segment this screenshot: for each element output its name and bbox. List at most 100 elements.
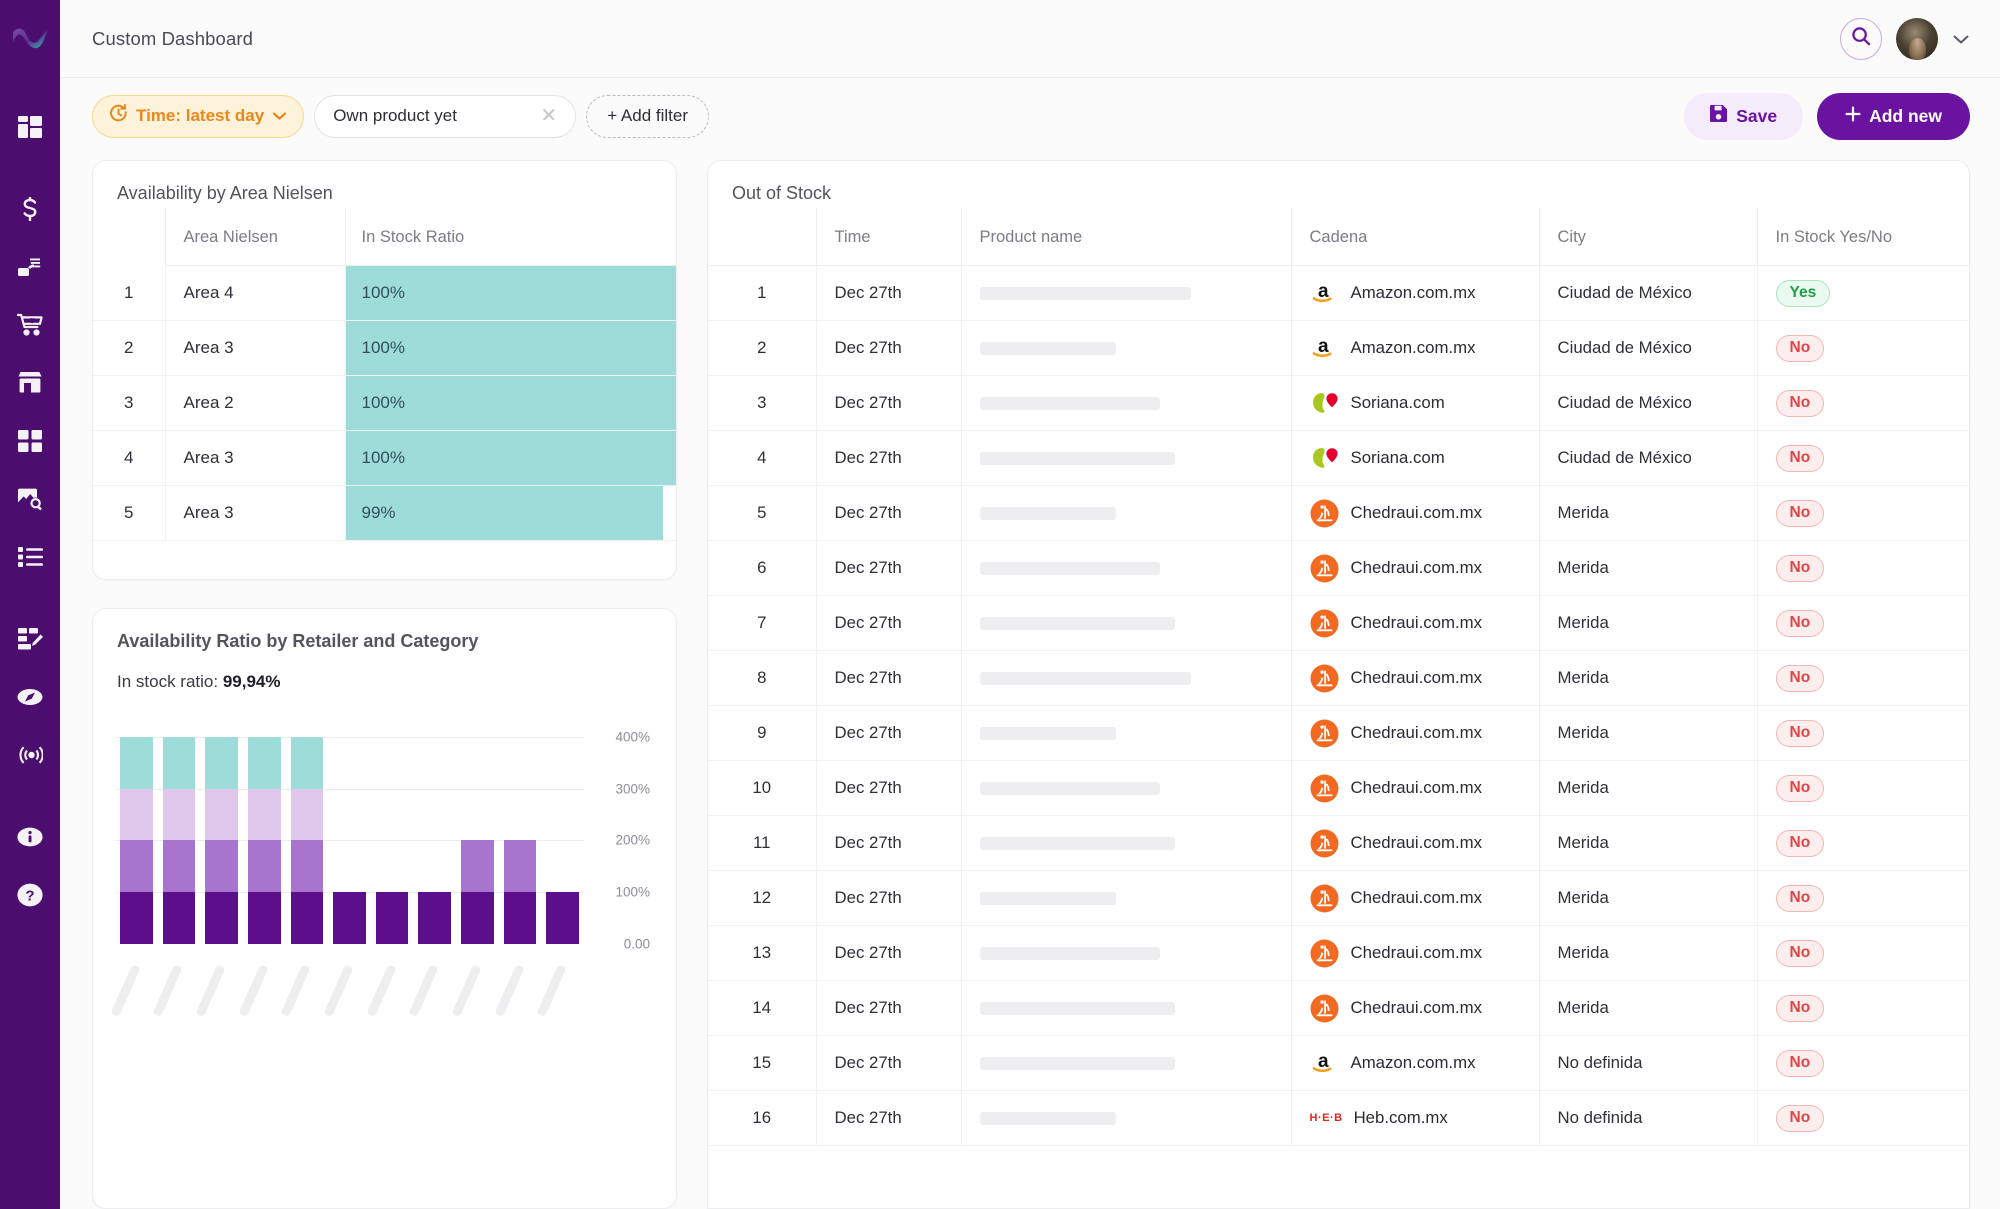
table-row[interactable]: 7 Dec 27th Chedraui.com.mx Merida No bbox=[708, 595, 1969, 651]
filter-toolbar: Time: latest day Own product yet ✕ + Add… bbox=[60, 78, 2000, 154]
status-badge: No bbox=[1775, 1049, 1825, 1077]
nielsen-row-index: 2 bbox=[93, 320, 166, 376]
table-row[interactable]: 1 Area 4 100% bbox=[93, 265, 676, 321]
out-of-stock-scroll-area[interactable]: Time Product name Cadena City In Stock Y… bbox=[708, 208, 1969, 1208]
table-row[interactable]: 14 Dec 27th Chedraui.com.mx Merida No bbox=[708, 980, 1969, 1036]
sidebar-item-dashboard[interactable] bbox=[15, 112, 45, 142]
availability-by-area-nielsen-card: Availability by Area Nielsen Area Nielse… bbox=[92, 160, 677, 580]
oos-col-product: Product name bbox=[961, 208, 1292, 266]
product-name-placeholder bbox=[979, 836, 1176, 850]
cadena-name: Chedraui.com.mx bbox=[1350, 778, 1483, 797]
status-badge: No bbox=[1775, 1104, 1825, 1132]
table-row[interactable]: 3 Area 2 100% bbox=[93, 375, 676, 431]
chart-bar-column[interactable] bbox=[243, 716, 286, 944]
oos-row-index: 16 bbox=[708, 1090, 817, 1146]
table-row[interactable]: 2 Dec 27th a Amazon.com.mx Ciudad de México N… bbox=[708, 320, 1969, 376]
oos-row-cadena: H·E·B Heb.com.mx bbox=[1291, 1090, 1540, 1146]
chart-bar-column[interactable] bbox=[499, 716, 542, 944]
table-row[interactable]: 15 Dec 27th a Amazon.com.mx No definida No bbox=[708, 1035, 1969, 1091]
oos-row-city: Merida bbox=[1539, 925, 1758, 981]
user-avatar[interactable] bbox=[1896, 17, 1938, 60]
amazon-logo: a bbox=[1310, 278, 1340, 308]
amazon-logo: a bbox=[1310, 333, 1340, 363]
table-row[interactable]: 8 Dec 27th Chedraui.com.mx Merida No bbox=[708, 650, 1969, 706]
table-row[interactable]: 4 Area 3 100% bbox=[93, 430, 676, 486]
status-badge: No bbox=[1775, 554, 1825, 582]
chart-bar-column[interactable] bbox=[541, 716, 584, 944]
oos-row-city: Ciudad de México bbox=[1539, 265, 1758, 321]
product-filter-chip[interactable]: Own product yet ✕ bbox=[314, 94, 577, 138]
oos-row-cadena: Chedraui.com.mx bbox=[1291, 980, 1540, 1036]
table-row[interactable]: 3 Dec 27th Soriana.com Ciudad de México No bbox=[708, 375, 1969, 431]
table-row[interactable]: 12 Dec 27th Chedraui.com.mx Merida No bbox=[708, 870, 1969, 926]
chart-x-label-placeholder bbox=[451, 962, 499, 1024]
search-button[interactable] bbox=[1840, 17, 1882, 60]
table-row[interactable]: 1 Dec 27th a Amazon.com.mx Ciudad de México Y… bbox=[708, 265, 1969, 321]
oos-row-stock-cell: No bbox=[1757, 485, 1969, 541]
chart-bar-segment bbox=[290, 892, 324, 944]
time-filter-chip[interactable]: Time: latest day bbox=[92, 94, 305, 138]
chart-bar-segment bbox=[205, 892, 238, 944]
chart-bar-column[interactable] bbox=[286, 716, 329, 944]
chart-bar-column[interactable] bbox=[158, 716, 201, 944]
chedraui-logo bbox=[1310, 608, 1340, 638]
table-row[interactable]: 10 Dec 27th Chedraui.com.mx Merida No bbox=[708, 760, 1969, 816]
sidebar-item-help[interactable]: ? bbox=[15, 880, 45, 910]
chart-bar-segment bbox=[162, 736, 196, 789]
add-new-button[interactable]: Add new bbox=[1817, 92, 1970, 140]
chevron-down-icon[interactable] bbox=[1952, 33, 1970, 45]
table-row[interactable]: 16 Dec 27th H·E·B Heb.com.mx No definida No bbox=[708, 1090, 1969, 1146]
chart-bar-column[interactable] bbox=[115, 716, 158, 944]
chart-bar-column[interactable] bbox=[328, 716, 371, 944]
oos-row-city: Merida bbox=[1539, 870, 1758, 926]
table-row[interactable]: 9 Dec 27th Chedraui.com.mx Merida No bbox=[708, 705, 1969, 761]
sidebar-item-shopper[interactable] bbox=[15, 310, 45, 340]
nielsen-row-index: 1 bbox=[93, 265, 166, 321]
chart-bar-column[interactable] bbox=[200, 716, 243, 944]
chart-bar-segment bbox=[247, 892, 281, 944]
add-filter-button[interactable]: + Add filter bbox=[586, 94, 709, 138]
oos-row-index: 6 bbox=[708, 540, 817, 596]
chart-bar-column[interactable] bbox=[456, 716, 499, 944]
oos-row-city: Merida bbox=[1539, 760, 1758, 816]
sidebar-item-info[interactable] bbox=[15, 822, 45, 852]
sidebar-item-catalog[interactable] bbox=[15, 426, 45, 456]
oos-row-city: Merida bbox=[1539, 650, 1758, 706]
chart-bar-segment bbox=[205, 840, 238, 893]
sidebar-item-media[interactable] bbox=[15, 484, 45, 514]
oos-row-city: Ciudad de México bbox=[1539, 375, 1758, 431]
sidebar-item-retailers[interactable] bbox=[15, 368, 45, 398]
sidebar-item-monitoring[interactable] bbox=[15, 740, 45, 770]
oos-col-index bbox=[708, 208, 817, 266]
chart-bar-column[interactable] bbox=[371, 716, 414, 944]
table-row[interactable]: 13 Dec 27th Chedraui.com.mx Merida No bbox=[708, 925, 1969, 981]
oos-row-stock-cell: No bbox=[1757, 705, 1969, 761]
table-row[interactable]: 4 Dec 27th Soriana.com Ciudad de México No bbox=[708, 430, 1969, 486]
nielsen-row-area: Area 3 bbox=[165, 430, 346, 486]
table-row[interactable]: 5 Area 3 99% bbox=[93, 485, 676, 541]
store-icon bbox=[17, 371, 43, 395]
sidebar-item-reports[interactable] bbox=[15, 542, 45, 572]
in-stock-ratio-value: 100% bbox=[361, 393, 405, 412]
cadena-name: Amazon.com.mx bbox=[1350, 338, 1476, 357]
oos-row-stock-cell: No bbox=[1757, 540, 1969, 596]
sidebar-item-assortment[interactable] bbox=[15, 252, 45, 282]
status-badge: No bbox=[1775, 939, 1825, 967]
table-row[interactable]: 5 Dec 27th Chedraui.com.mx Merida No bbox=[708, 485, 1969, 541]
table-row[interactable]: 11 Dec 27th Chedraui.com.mx Merida No bbox=[708, 815, 1969, 871]
oos-row-city: Merida bbox=[1539, 815, 1758, 871]
oos-row-index: 4 bbox=[708, 430, 817, 486]
status-badge: No bbox=[1775, 444, 1825, 472]
wavy-logo[interactable] bbox=[11, 22, 49, 56]
table-row[interactable]: 2 Area 3 100% bbox=[93, 320, 676, 376]
sidebar-item-pricing[interactable] bbox=[15, 194, 45, 224]
table-row[interactable]: 6 Dec 27th Chedraui.com.mx Merida No bbox=[708, 540, 1969, 596]
top-bar-actions bbox=[1840, 17, 1970, 60]
close-icon[interactable]: ✕ bbox=[530, 106, 557, 126]
in-stock-ratio-bar: 100% bbox=[345, 321, 676, 375]
chart-bar-column[interactable] bbox=[413, 716, 456, 944]
left-sidebar: ? bbox=[0, 0, 60, 1209]
save-button[interactable]: Save bbox=[1684, 92, 1804, 140]
sidebar-item-explore[interactable] bbox=[15, 682, 45, 712]
sidebar-item-custom-dashboard[interactable] bbox=[15, 624, 45, 654]
